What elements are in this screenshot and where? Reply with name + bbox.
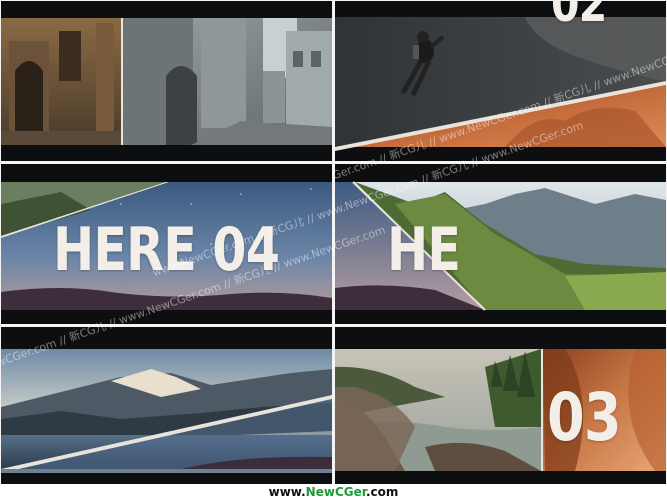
frame-6: 03 [335,327,666,487]
frame-3: HERE 04 [1,164,332,324]
frame-title-he: HE [387,215,461,285]
alpine-valley-photo [335,164,666,324]
site-footer-watermark: www.NewCGer.com [0,484,667,500]
frame-title-03: 03 [547,379,622,456]
footer-suffix: .com [365,485,399,499]
frame-title-here-04: HERE 04 [53,215,280,285]
city-street-photo [1,1,332,161]
frame-1 [1,1,332,161]
frame-5 [1,327,332,487]
storyboard-grid: 02 HERE 04 HE 03 [0,0,667,487]
scuba-diver-photo [335,1,666,161]
frame-2: 02 [335,1,666,161]
footer-brand: NewCGer [305,485,366,499]
footer-prefix: www. [268,485,306,499]
frame-4: HE [335,164,666,324]
frame-title-02: 02 [551,1,607,33]
mountain-lake-photo [1,327,332,487]
